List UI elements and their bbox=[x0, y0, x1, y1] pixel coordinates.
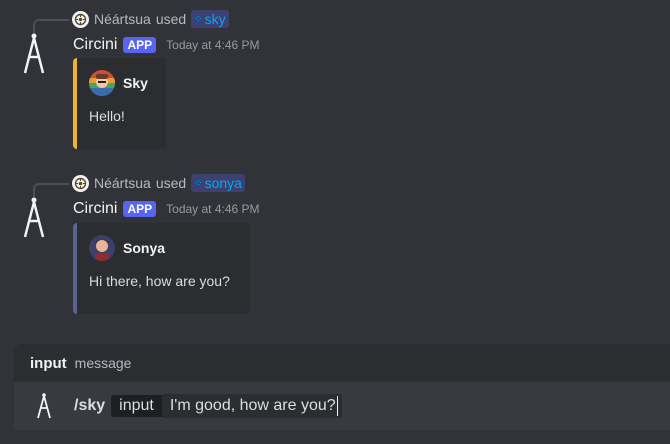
embed-author: Sky bbox=[89, 70, 150, 96]
embed-description: Hi there, how are you? bbox=[89, 273, 230, 289]
message-header: Circini APP Today at 4:46 PM bbox=[73, 200, 260, 218]
embed-sonya: Sonya Hi there, how are you? bbox=[73, 223, 250, 314]
app-badge: APP bbox=[123, 201, 157, 217]
embed-author: Sonya bbox=[89, 235, 234, 261]
param-name[interactable]: input bbox=[111, 395, 162, 417]
embed-sky: Sky Hello! bbox=[73, 58, 166, 149]
text-caret bbox=[336, 396, 339, 416]
option-name: input bbox=[30, 354, 67, 372]
bot-username[interactable]: Circini bbox=[73, 36, 117, 54]
param-value-text[interactable]: I'm good, how are you? bbox=[170, 397, 336, 415]
bot-avatar-icon[interactable] bbox=[20, 33, 48, 74]
app-badge: APP bbox=[123, 37, 157, 53]
embed-author-name: Sky bbox=[123, 75, 148, 91]
embed-author-name: Sonya bbox=[123, 240, 166, 256]
command-icon: ⁘ bbox=[194, 177, 202, 189]
reply-used-text: used bbox=[155, 11, 187, 27]
message-header: Circini APP Today at 4:46 PM bbox=[73, 36, 260, 54]
command-mention[interactable]: ⁘ sky bbox=[191, 10, 229, 28]
command-name: sky bbox=[204, 11, 226, 27]
bot-app-icon bbox=[14, 393, 74, 419]
timestamp[interactable]: Today at 4:46 PM bbox=[166, 38, 259, 52]
reply-username[interactable]: Néártsua bbox=[94, 11, 151, 27]
command-option-header: input message bbox=[14, 344, 670, 382]
user-avatar-icon[interactable] bbox=[72, 174, 89, 192]
reply-connector bbox=[33, 183, 69, 197]
command-icon: ⁘ bbox=[194, 13, 202, 25]
reply-context[interactable]: Néártsua used ⁘ sonya bbox=[72, 174, 245, 192]
bot-avatar-icon[interactable] bbox=[20, 197, 48, 238]
param-value-input[interactable]: I'm good, how are you? bbox=[161, 394, 343, 418]
command-mention[interactable]: ⁘ sonya bbox=[191, 174, 245, 192]
command-name: sonya bbox=[204, 175, 242, 191]
sonya-avatar-icon[interactable] bbox=[89, 235, 115, 261]
sky-avatar-icon[interactable] bbox=[89, 70, 115, 96]
slash-command: /sky bbox=[74, 397, 106, 414]
message-composer[interactable]: /sky input I'm good, how are you? bbox=[14, 382, 670, 430]
reply-connector bbox=[33, 19, 69, 33]
reply-username[interactable]: Néártsua bbox=[94, 175, 151, 191]
embed-description: Hello! bbox=[89, 108, 125, 124]
reply-used-text: used bbox=[155, 175, 187, 191]
bot-username[interactable]: Circini bbox=[73, 200, 117, 218]
timestamp[interactable]: Today at 4:46 PM bbox=[166, 202, 259, 216]
option-description: message bbox=[74, 355, 132, 371]
reply-context[interactable]: Néártsua used ⁘ sky bbox=[72, 10, 229, 28]
user-avatar-icon[interactable] bbox=[72, 10, 89, 28]
